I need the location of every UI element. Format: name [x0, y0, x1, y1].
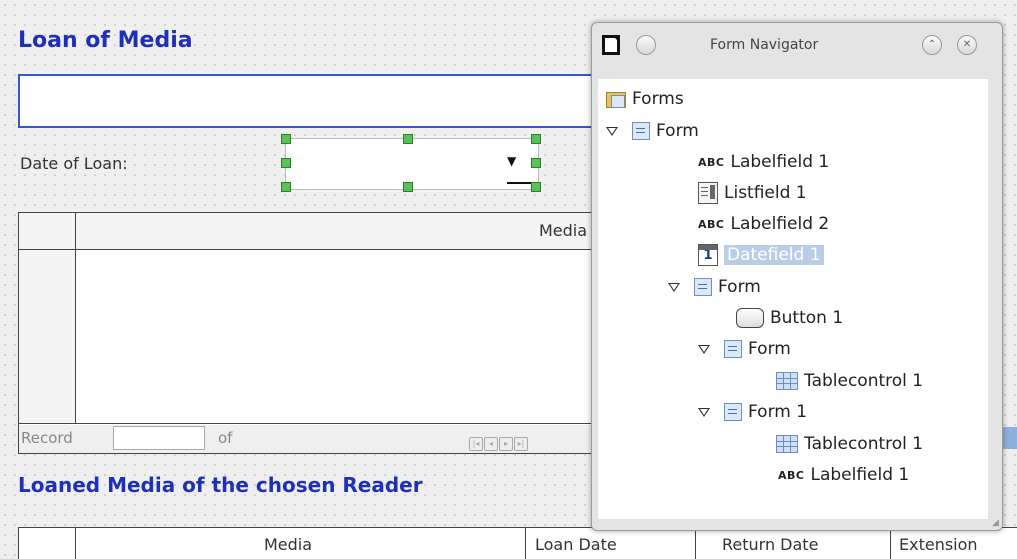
- button-icon: [736, 308, 764, 328]
- tree-label: Labelfield 2: [730, 214, 830, 234]
- table-control-icon: [776, 435, 798, 453]
- tree-label: Listfield 1: [724, 183, 807, 203]
- resize-grip-icon[interactable]: ◢: [992, 518, 999, 528]
- tree-label: Form: [748, 339, 791, 359]
- tree-item-tablecontrol[interactable]: Tablecontrol 1: [776, 432, 923, 456]
- form-icon: [724, 340, 742, 358]
- reader-listbox[interactable]: [18, 74, 622, 128]
- tree-label: Labelfield 1: [730, 152, 830, 172]
- close-icon[interactable]: ✕: [957, 35, 977, 55]
- label-field-icon: ABC: [698, 155, 725, 169]
- previous-record-icon[interactable]: ◂: [484, 437, 498, 451]
- selection-handle[interactable]: [531, 158, 541, 168]
- selection-handle[interactable]: [531, 182, 541, 192]
- tree-item-button[interactable]: Button 1: [736, 306, 843, 330]
- col-divider: [890, 528, 891, 559]
- media-table-control[interactable]: Media Record of |◂ ◂ ▸ ▸|: [18, 212, 610, 454]
- table-header[interactable]: Media: [76, 213, 609, 250]
- selection-handle[interactable]: [531, 134, 541, 144]
- form-icon: [632, 122, 650, 140]
- form-icon: [724, 403, 742, 421]
- window-title: Form Navigator: [710, 37, 819, 53]
- tree-label: Tablecontrol 1: [804, 371, 924, 391]
- last-record-icon[interactable]: ▸|: [514, 437, 528, 451]
- calendar-icon: 1: [698, 244, 718, 266]
- table-corner: [19, 213, 76, 250]
- tree-item-forms[interactable]: Forms: [606, 87, 684, 111]
- selection-handle[interactable]: [281, 134, 291, 144]
- dropdown-arrow-icon[interactable]: ▼: [507, 154, 516, 168]
- loan-heading[interactable]: Loan of Media: [18, 28, 193, 53]
- label-field-icon: ABC: [698, 217, 725, 231]
- next-record-icon[interactable]: ▸: [499, 437, 513, 451]
- form-icon: [694, 278, 712, 296]
- tree-item-datefield[interactable]: 1 Datefield 1: [698, 243, 824, 267]
- selection-handle[interactable]: [403, 134, 413, 144]
- nav-separator: [204, 426, 205, 448]
- expand-triangle-icon[interactable]: [606, 126, 618, 136]
- loaned-media-heading[interactable]: Loaned Media of the chosen Reader: [18, 473, 423, 497]
- navigator-tree[interactable]: Forms Form ABC Labelfield 1 Listfield 1 …: [598, 79, 988, 519]
- selection-handle[interactable]: [281, 158, 291, 168]
- col-divider: [75, 528, 76, 559]
- col-divider: [695, 528, 696, 559]
- date-of-loan-label[interactable]: Date of Loan:: [20, 154, 128, 173]
- tree-label-selected: Datefield 1: [724, 245, 824, 265]
- tree-item-tablecontrol[interactable]: Tablecontrol 1: [776, 369, 923, 393]
- app-icon: [602, 35, 620, 55]
- expand-triangle-icon[interactable]: [668, 282, 680, 292]
- table-control-icon: [776, 372, 798, 390]
- label-field-icon: ABC: [778, 468, 805, 482]
- tree-item-labelfield[interactable]: ABC Labelfield 2: [698, 212, 829, 236]
- window-menu-icon[interactable]: [636, 35, 656, 55]
- tree-item-form[interactable]: Form: [668, 275, 761, 299]
- tree-label: Form: [656, 121, 699, 141]
- tree-label: Button 1: [770, 308, 844, 328]
- loaned-media-table[interactable]: Media Loan Date Return Date Extension: [18, 527, 1017, 559]
- tree-item-form[interactable]: Form 1: [698, 400, 807, 424]
- tree-label: Form 1: [748, 402, 808, 422]
- tree-item-form[interactable]: Form: [606, 119, 699, 143]
- first-record-icon[interactable]: |◂: [469, 437, 483, 451]
- tree-label: Labelfield 1: [810, 465, 910, 485]
- tree-item-listfield[interactable]: Listfield 1: [698, 181, 807, 205]
- col-divider: [525, 528, 526, 559]
- row-header-column: [19, 250, 76, 424]
- selection-handle[interactable]: [281, 182, 291, 192]
- tree-item-labelfield[interactable]: ABC Labelfield 1: [698, 150, 829, 174]
- tree-label: Tablecontrol 1: [804, 434, 924, 454]
- maximize-icon[interactable]: ⌃: [922, 35, 942, 55]
- expand-triangle-icon[interactable]: [698, 344, 710, 354]
- app-icon-corner: [612, 35, 620, 43]
- list-field-icon: [698, 182, 718, 204]
- form-navigator-window[interactable]: Form Navigator ⌃ ✕ Forms Form ABC Labelf…: [591, 22, 1003, 531]
- tree-label: Forms: [632, 89, 684, 109]
- column-header-media[interactable]: Media: [539, 221, 587, 240]
- window-titlebar[interactable]: Form Navigator ⌃ ✕: [592, 23, 1002, 67]
- of-label: of: [218, 429, 233, 447]
- column-header-return-date[interactable]: Return Date: [722, 535, 818, 554]
- tree-item-labelfield[interactable]: ABC Labelfield 1: [778, 463, 909, 487]
- column-header-extension[interactable]: Extension: [899, 535, 978, 554]
- datefield-selection[interactable]: ▼: [281, 134, 541, 192]
- column-header-loan-date[interactable]: Loan Date: [535, 535, 617, 554]
- tree-item-form[interactable]: Form: [698, 337, 791, 361]
- expand-triangle-icon[interactable]: [698, 407, 710, 417]
- tree-label: Form: [718, 277, 761, 297]
- table-divider: [19, 423, 609, 424]
- record-number-field[interactable]: [113, 426, 205, 450]
- folder-forms-icon: [606, 90, 626, 108]
- record-label: Record: [21, 429, 73, 447]
- column-header-media[interactable]: Media: [264, 535, 312, 554]
- record-navigation-bar: Record of |◂ ◂ ▸ ▸|: [19, 425, 609, 453]
- record-nav-buttons[interactable]: |◂ ◂ ▸ ▸|: [469, 431, 529, 451]
- selection-handle[interactable]: [403, 182, 413, 192]
